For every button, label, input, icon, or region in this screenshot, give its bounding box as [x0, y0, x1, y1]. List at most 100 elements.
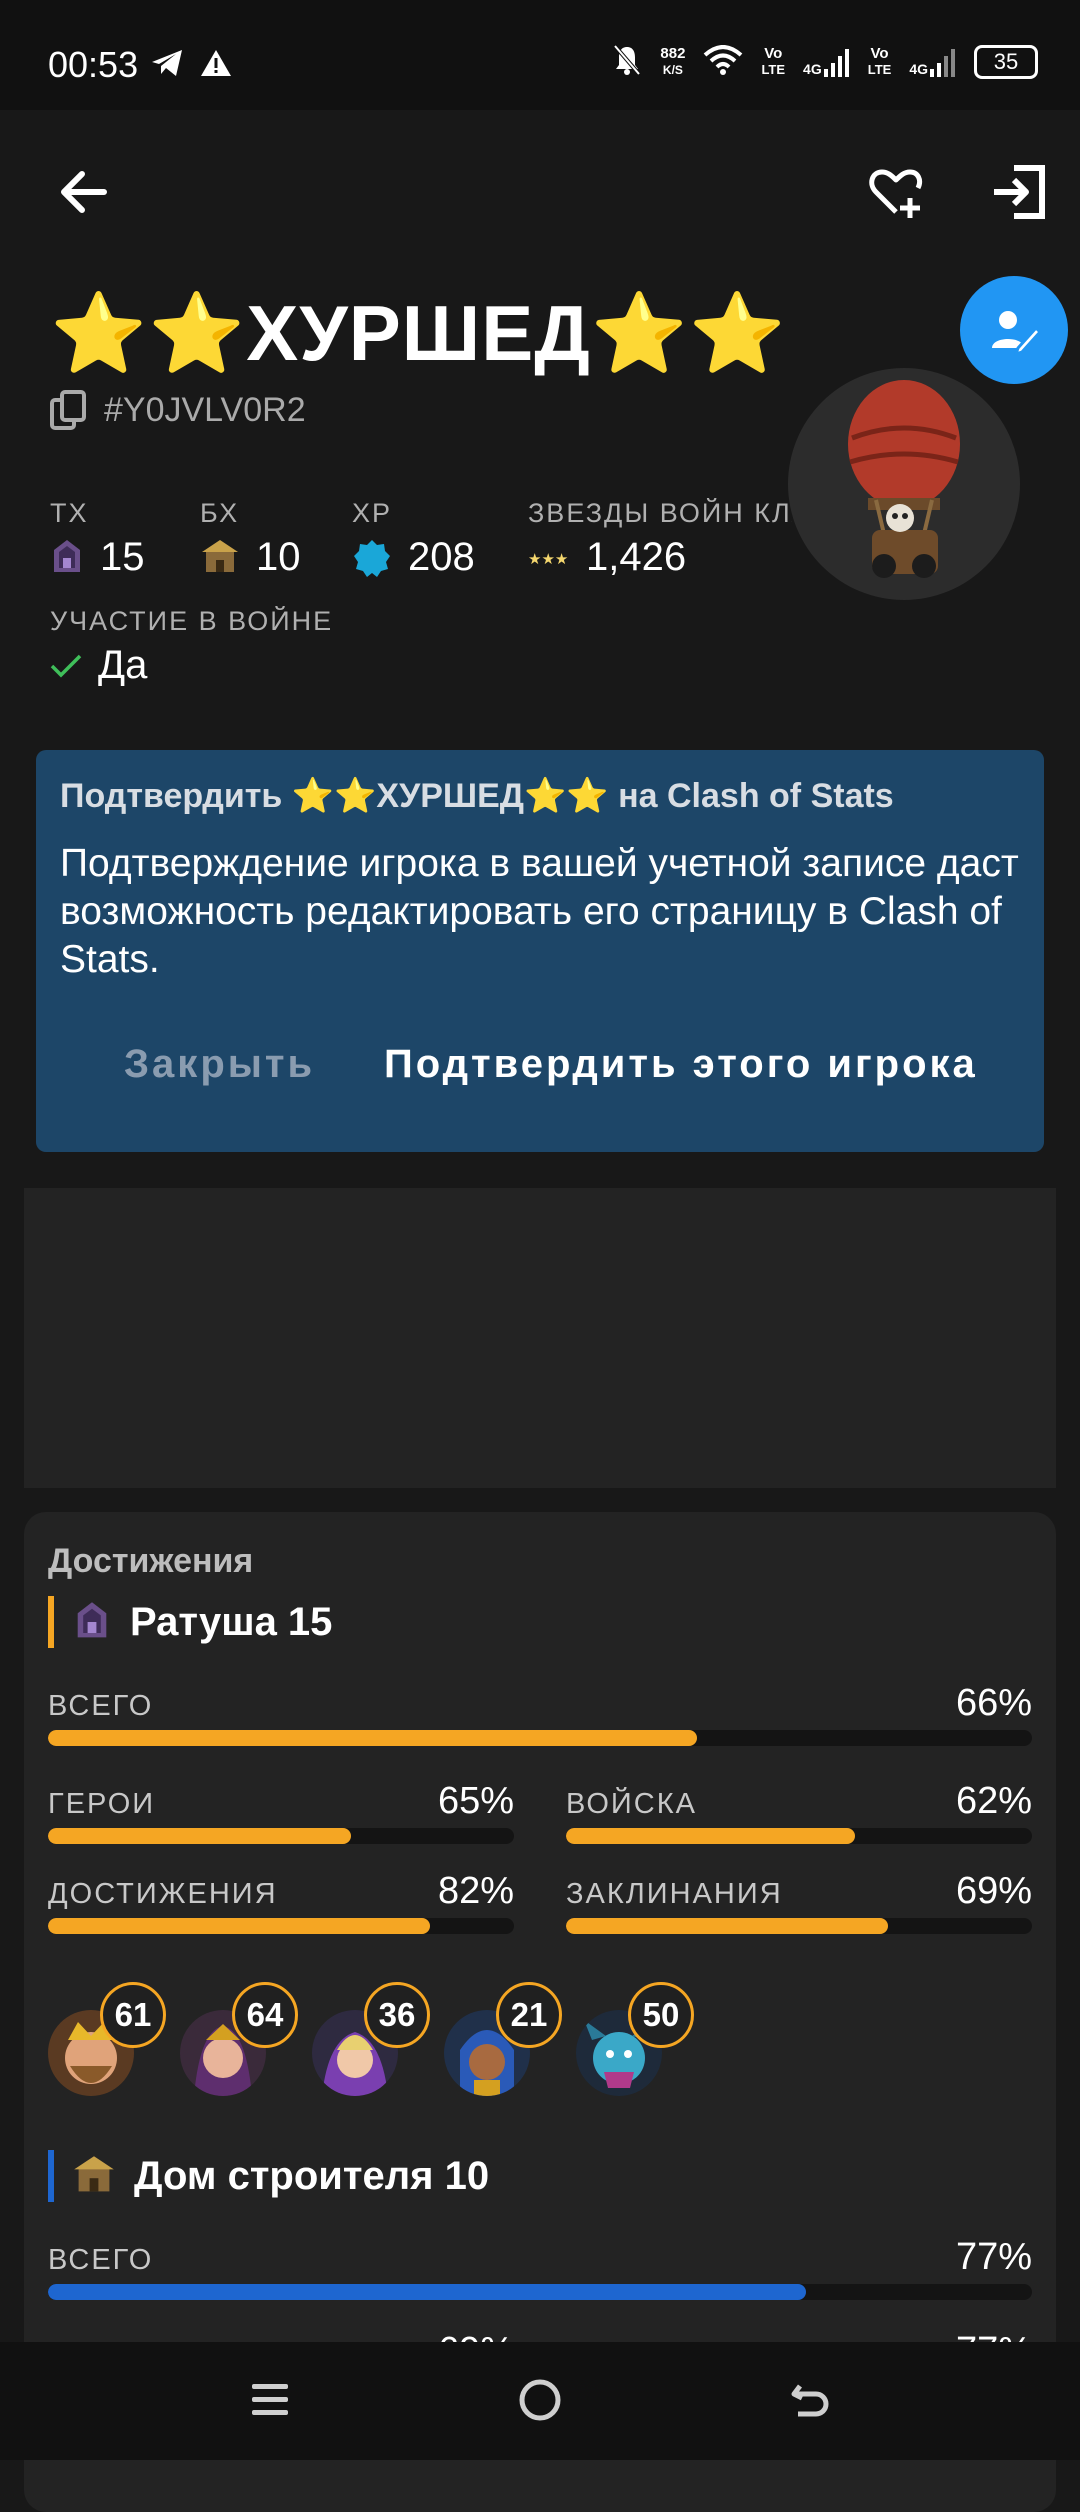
verify-title: Подтвердить ⭐⭐ХУРШЕД⭐⭐ на Clash of Stats: [60, 777, 894, 815]
heart-plus-icon: [869, 169, 923, 218]
back-button[interactable]: [54, 162, 114, 222]
menu-icon: [252, 2384, 288, 2415]
hero-archer-queen[interactable]: 64: [180, 1982, 320, 2102]
war-stars-icon: ★★★: [528, 550, 568, 568]
player-tag: #Y0JVLV0R2: [104, 390, 306, 429]
stat-label: БХ: [200, 498, 240, 528]
hero-level-badge: 36: [364, 1982, 430, 2048]
th-total-progress: [48, 1730, 1032, 1746]
stat-label: XP: [352, 498, 393, 528]
th-troops-progress: [566, 1828, 1032, 1844]
confirm-player-button[interactable]: Подтвердить этого игрока: [384, 1042, 978, 1087]
player-tag-row[interactable]: #Y0JVLV0R2: [50, 390, 306, 430]
navigation-bar: [0, 2342, 1080, 2460]
sim2-signal-icon: 4G: [909, 47, 956, 77]
th-spells-label: ЗАКЛИНАНИЯ: [566, 1878, 783, 1910]
th-spells-progress: [566, 1918, 1032, 1934]
copy-icon: [50, 390, 86, 430]
builder-hall-section-header: Дом строителя 10: [48, 2150, 489, 2202]
builder-hall-icon: [202, 539, 238, 572]
achievements-title: Достижения: [48, 1542, 254, 1580]
edit-user-icon: [992, 311, 1040, 356]
th-spells-value: 69%: [955, 1870, 1032, 1912]
war-participation: УЧАСТИЕ В ВОЙНЕ Да: [50, 606, 333, 688]
sim1-signal-icon: 4G: [803, 47, 850, 77]
favorite-add-button[interactable]: [866, 162, 926, 222]
hero-level-badge: 50: [628, 1982, 694, 2048]
battery-icon: 35: [974, 45, 1038, 79]
sim1-volte: Vo LTE: [761, 45, 786, 78]
war-value: Да: [98, 643, 148, 687]
town-hall-icon: [54, 539, 80, 572]
check-icon: [50, 654, 82, 677]
th-heroes-progress: [48, 1828, 514, 1844]
xp-badge-icon: [354, 539, 390, 577]
arrow-left-icon: [61, 171, 107, 213]
stat-label: ТХ: [50, 498, 89, 528]
th-heroes-label: ГЕРОИ: [48, 1788, 156, 1820]
status-bar: 00:53 882 K/S Vo LTE 4G Vo LTE 4G 35: [0, 0, 1080, 110]
player-avatar: [788, 368, 1020, 600]
hero-barbarian-king[interactable]: 61: [48, 1982, 188, 2102]
th-total-label: ВСЕГО: [48, 1690, 154, 1722]
menu-nav-button[interactable]: [246, 2376, 294, 2429]
progress-fill: [48, 2284, 806, 2300]
section-title: Ратуша 15: [130, 1599, 333, 1644]
logout-button[interactable]: [990, 162, 1050, 222]
stat-value: 10: [256, 535, 301, 579]
ad-placeholder: [24, 1188, 1056, 1488]
th-heroes-value: 65%: [437, 1780, 514, 1822]
hero-grand-warden[interactable]: 36: [312, 1982, 452, 2102]
status-icons: 882 K/S Vo LTE 4G Vo LTE 4G 35: [612, 38, 1038, 86]
telegram-icon: [150, 48, 184, 83]
warning-icon: [200, 48, 232, 83]
th-troops-label: ВОЙСКА: [566, 1788, 697, 1820]
progress-fill: [48, 1730, 698, 1746]
section-accent: [48, 2150, 54, 2202]
stat-war-stars: ЗВЕЗДЫ ВОЙН КЛАНОВ ★★★ 1,426: [528, 498, 792, 580]
th-total-value: 66%: [955, 1682, 1032, 1724]
progress-fill: [566, 1828, 855, 1844]
builder-hall-icon: [74, 2156, 114, 2192]
town-hall-icon: [77, 1602, 107, 1638]
th-achievements-label: ДОСТИЖЕНИЯ: [48, 1878, 278, 1910]
home-circle-icon: [519, 2379, 561, 2421]
back-nav-button[interactable]: [786, 2376, 834, 2429]
verify-card: Подтвердить ⭐⭐ХУРШЕД⭐⭐ на Clash of Stats…: [36, 750, 1044, 1152]
status-time: 00:53: [48, 44, 139, 85]
progress-fill: [566, 1918, 888, 1934]
verify-text: Подтверждение игрока в вашей учетной зап…: [60, 842, 1019, 981]
stat-value: 1,426: [586, 535, 687, 579]
balloon-avatar-icon: [848, 380, 960, 578]
th-troops-value: 62%: [955, 1780, 1032, 1822]
stat-label: ЗВЕЗДЫ ВОЙН КЛАНОВ: [528, 498, 792, 528]
hero-level-badge: 64: [232, 1982, 298, 2048]
exit-icon: [994, 165, 1045, 219]
svg-text:★★★: ★★★: [528, 550, 568, 568]
edit-button[interactable]: [960, 276, 1068, 384]
wifi-icon: [703, 44, 743, 80]
hero-level-badge: 21: [496, 1982, 562, 2048]
mute-bell-icon: [612, 44, 642, 81]
stat-xp: XP 208: [352, 498, 475, 580]
stat-value: 208: [408, 535, 475, 579]
sim2-volte: Vo LTE: [867, 45, 892, 78]
bh-total-label: ВСЕГО: [48, 2244, 154, 2276]
town-hall-section-header: Ратуша 15: [48, 1596, 332, 1648]
close-button[interactable]: Закрыть: [124, 1042, 315, 1087]
stat-value: 15: [100, 535, 145, 579]
progress-fill: [48, 1918, 431, 1934]
net-speed: 882 K/S: [660, 45, 686, 78]
progress-fill: [48, 1828, 351, 1844]
war-label: УЧАСТИЕ В ВОЙНЕ: [50, 606, 334, 636]
bh-total-value: 77%: [955, 2236, 1032, 2278]
section-title: Дом строителя 10: [134, 2153, 490, 2198]
hero-level-badge: 61: [100, 1982, 166, 2048]
hero-minion-prince[interactable]: 50: [576, 1982, 716, 2102]
th-achievements-progress: [48, 1918, 514, 1934]
stat-bh: БХ 10: [200, 498, 301, 580]
section-accent: [48, 1596, 54, 1648]
hero-royal-champion[interactable]: 21: [444, 1982, 584, 2102]
home-nav-button[interactable]: [516, 2376, 564, 2429]
stat-th: ТХ 15: [50, 498, 145, 580]
